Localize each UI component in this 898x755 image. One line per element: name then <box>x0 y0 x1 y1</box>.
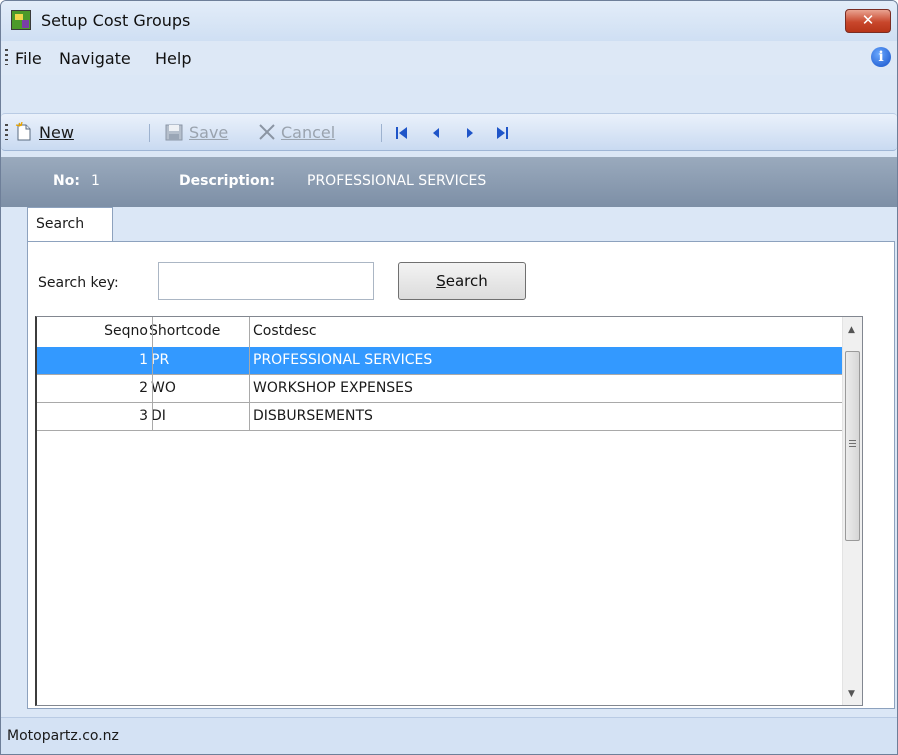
cell-costdesc: DISBURSEMENTS <box>253 408 373 424</box>
setup-cost-groups-window: Setup Cost Groups ✕ File Navigate Help i… <box>0 0 898 755</box>
grid-header: Seqno Shortcode Costdesc <box>37 317 859 348</box>
menu-bar: File Navigate Help i <box>1 41 897 75</box>
menu-file[interactable]: File <box>15 49 42 68</box>
toolbar: New Save Cancel <box>1 113 897 151</box>
save-disk-icon <box>165 124 183 141</box>
cell-seqno: 2 <box>139 380 148 396</box>
title-bar[interactable]: Setup Cost Groups ✕ <box>1 1 897 42</box>
table-row[interactable]: 1 PR PROFESSIONAL SERVICES <box>37 347 859 375</box>
column-divider <box>152 317 153 431</box>
scroll-up-arrow-icon[interactable]: ▲ <box>848 325 855 335</box>
save-button[interactable]: Save <box>165 122 245 144</box>
tab-search[interactable]: Search <box>27 207 113 241</box>
search-button[interactable]: Search <box>398 262 526 300</box>
cell-costdesc: PROFESSIONAL SERVICES <box>253 352 433 368</box>
toolbar-grip[interactable] <box>5 124 8 140</box>
scrollbar-grip-icon <box>849 440 856 447</box>
menu-help[interactable]: Help <box>155 49 191 68</box>
new-document-icon <box>15 122 31 141</box>
tab-search-label: Search <box>36 216 85 232</box>
record-no-value: 1 <box>91 173 100 189</box>
description-value: PROFESSIONAL SERVICES <box>307 173 487 189</box>
info-icon[interactable]: i <box>871 47 891 67</box>
column-header-seqno[interactable]: Seqno <box>104 323 148 339</box>
new-label: New <box>39 123 74 142</box>
grid-vertical-scrollbar[interactable]: ▲ ▼ <box>842 317 862 705</box>
cancel-label: Cancel <box>281 123 336 142</box>
app-icon <box>11 10 31 30</box>
info-icon-glyph: i <box>878 49 884 65</box>
cell-seqno: 1 <box>139 352 148 368</box>
description-label: Description: <box>179 173 276 189</box>
table-row[interactable]: 2 WO WORKSHOP EXPENSES <box>37 375 859 403</box>
record-info-bar: No: 1 Description: PROFESSIONAL SERVICES <box>1 157 897 207</box>
cell-seqno: 3 <box>139 408 148 424</box>
record-no-label: No: <box>53 173 80 189</box>
save-label: Save <box>189 123 229 142</box>
cancel-x-icon <box>259 124 275 140</box>
toolbar-separator <box>149 124 150 142</box>
cell-shortcode: WO <box>151 380 176 396</box>
toolbar-separator <box>381 124 382 142</box>
status-bar: Motopartz.co.nz <box>1 717 897 754</box>
column-header-shortcode[interactable]: Shortcode <box>149 323 220 339</box>
window-title: Setup Cost Groups <box>41 11 191 30</box>
menu-navigate[interactable]: Navigate <box>59 49 131 68</box>
cancel-button[interactable]: Cancel <box>257 122 367 144</box>
column-divider <box>249 317 250 431</box>
cell-shortcode: PR <box>151 352 170 368</box>
search-key-input[interactable] <box>158 262 374 300</box>
close-icon: ✕ <box>861 11 875 29</box>
status-text: Motopartz.co.nz <box>7 728 119 744</box>
table-row[interactable]: 3 DI DISBURSEMENTS <box>37 403 859 431</box>
cell-costdesc: WORKSHOP EXPENSES <box>253 380 413 396</box>
cost-groups-grid[interactable]: Seqno Shortcode Costdesc 1 PR PROFESSION… <box>35 316 863 706</box>
new-button[interactable]: New <box>15 122 125 144</box>
close-button[interactable]: ✕ <box>845 9 891 33</box>
column-header-costdesc[interactable]: Costdesc <box>253 323 317 339</box>
cell-shortcode: DI <box>151 408 166 424</box>
first-record-icon[interactable] <box>395 126 409 140</box>
scrollbar-thumb[interactable] <box>845 351 860 541</box>
tab-strip: Search <box>1 207 897 241</box>
scroll-down-arrow-icon[interactable]: ▼ <box>848 689 855 699</box>
search-key-label: Search key: <box>38 275 119 291</box>
search-button-accel: S <box>436 272 446 290</box>
search-panel: Search key: Search Seqno Shortcode Costd… <box>27 241 895 709</box>
menu-grip[interactable] <box>5 49 8 65</box>
next-record-icon[interactable] <box>463 126 477 140</box>
last-record-icon[interactable] <box>495 126 509 140</box>
search-button-label-rest: earch <box>445 272 488 290</box>
previous-record-icon[interactable] <box>429 126 443 140</box>
